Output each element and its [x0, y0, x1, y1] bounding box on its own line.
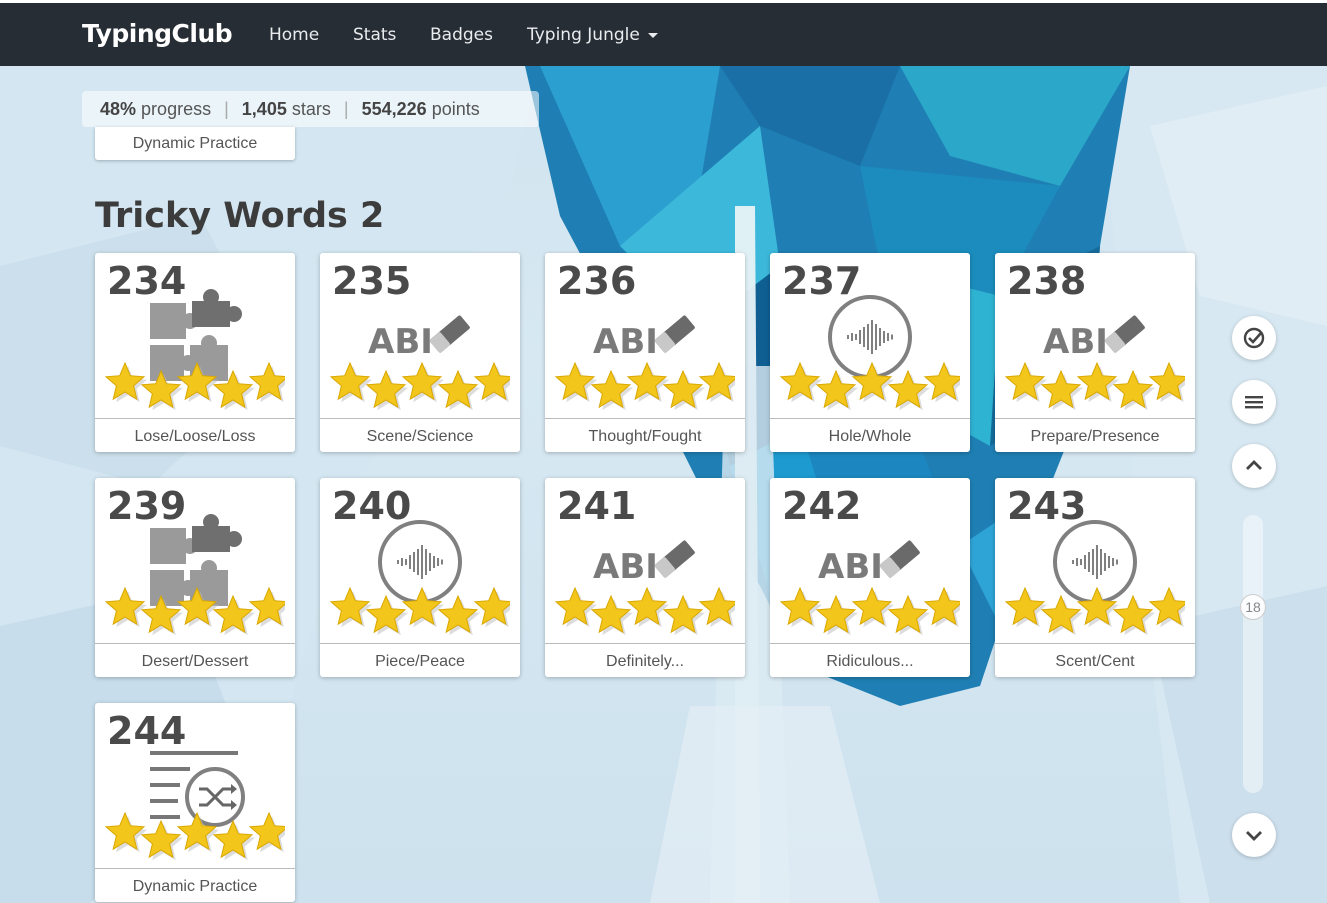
- divider: |: [224, 99, 229, 119]
- lesson-number: 242: [782, 484, 862, 528]
- divider: |: [343, 99, 349, 119]
- scroll-track[interactable]: [1243, 515, 1263, 793]
- lesson-card[interactable]: 237 Hole/Whole: [770, 253, 970, 452]
- brand-logo[interactable]: TypingClub: [82, 19, 233, 48]
- lesson-title: Lose/Loose/Loss: [95, 418, 295, 452]
- star-rating: [105, 586, 285, 636]
- nav-typing-jungle[interactable]: Typing Jungle: [527, 25, 658, 45]
- lesson-number: 239: [107, 484, 187, 528]
- lesson-number: 241: [557, 484, 637, 528]
- star-rating: [780, 586, 960, 636]
- points-count: 554,226: [361, 99, 427, 119]
- lesson-number: 236: [557, 259, 637, 303]
- star-rating: [330, 586, 510, 636]
- progress-label: progress: [141, 99, 212, 119]
- previous-lesson-card[interactable]: Dynamic Practice: [95, 127, 295, 160]
- lesson-card[interactable]: 234 Lose/Loose/Loss: [95, 253, 295, 452]
- lesson-title: Scent/Cent: [995, 643, 1195, 677]
- lesson-title: Desert/Dessert: [95, 643, 295, 677]
- lesson-card[interactable]: ABI 235 Scene/Science: [320, 253, 520, 452]
- progress-stats: 48% progress | 1,405 stars | 554,226 poi…: [82, 91, 539, 127]
- lesson-number: 237: [782, 259, 862, 303]
- nav-badges[interactable]: Badges: [430, 25, 493, 45]
- nav-home[interactable]: Home: [269, 25, 319, 45]
- nav-typing-jungle-label: Typing Jungle: [527, 25, 640, 45]
- lesson-title: Scene/Science: [320, 418, 520, 452]
- lesson-card[interactable]: 243 Scent/Cent: [995, 478, 1195, 677]
- menu-button[interactable]: [1232, 380, 1276, 424]
- lesson-number: 235: [332, 259, 412, 303]
- check-circle-icon: [1243, 327, 1265, 349]
- lesson-number: 240: [332, 484, 412, 528]
- stars-count: 1,405: [241, 99, 287, 119]
- scroll-handle[interactable]: 18: [1240, 594, 1266, 620]
- lesson-number: 243: [1007, 484, 1087, 528]
- star-rating: [330, 361, 510, 411]
- star-rating: [105, 811, 285, 861]
- lesson-card[interactable]: 239 Desert/Dessert: [95, 478, 295, 677]
- lesson-card[interactable]: 244 Dynamic Practice: [95, 703, 295, 902]
- star-rating: [1005, 586, 1185, 636]
- chevron-down-icon: [1246, 831, 1262, 841]
- lesson-number: 234: [107, 259, 187, 303]
- star-rating: [1005, 361, 1185, 411]
- star-rating: [780, 361, 960, 411]
- lesson-card[interactable]: 240 Piece/Peace: [320, 478, 520, 677]
- lesson-title: Prepare/Presence: [995, 418, 1195, 452]
- points-label: points: [431, 99, 480, 119]
- scroll-down-button[interactable]: [1232, 813, 1276, 857]
- lesson-title: Piece/Peace: [320, 643, 520, 677]
- star-rating: [105, 361, 285, 411]
- nav-stats[interactable]: Stats: [353, 25, 396, 45]
- stars-label: stars: [291, 99, 331, 119]
- lesson-card[interactable]: ABI 236 Thought/Fought: [545, 253, 745, 452]
- lesson-title: Ridiculous...: [770, 643, 970, 677]
- caret-down-icon: [647, 32, 658, 38]
- lesson-card[interactable]: ABI 241 Definitely...: [545, 478, 745, 677]
- hamburger-icon: [1245, 396, 1263, 409]
- check-progress-button[interactable]: [1232, 316, 1276, 360]
- lesson-number: 244: [107, 709, 187, 753]
- lesson-card[interactable]: ABI 238 Prepare/Presence: [995, 253, 1195, 452]
- lesson-title: Thought/Fought: [545, 418, 745, 452]
- scroll-up-button[interactable]: [1232, 444, 1276, 488]
- lesson-number: 238: [1007, 259, 1087, 303]
- chevron-up-icon: [1246, 460, 1262, 470]
- lesson-title: Definitely...: [545, 643, 745, 677]
- lesson-card[interactable]: ABI 242 Ridiculous...: [770, 478, 970, 677]
- star-rating: [555, 361, 735, 411]
- section-title: Tricky Words 2: [95, 196, 385, 236]
- lesson-title: Hole/Whole: [770, 418, 970, 452]
- star-rating: [555, 586, 735, 636]
- top-navbar: TypingClub Home Stats Badges Typing Jung…: [0, 0, 1327, 66]
- lesson-title: Dynamic Practice: [95, 868, 295, 902]
- progress-percent: 48%: [100, 99, 137, 119]
